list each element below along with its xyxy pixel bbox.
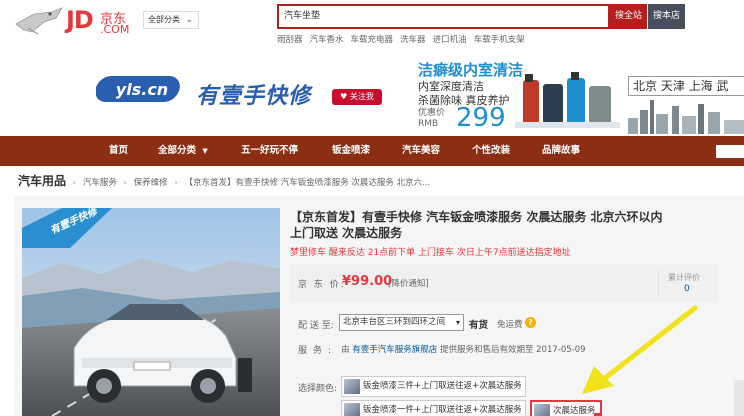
- top-header: JD 京东 .COM 全部分类 ⌄ 汽车坐垫 搜全站 搜本店 雨刮器 汽车香水 车载…: [0, 0, 744, 56]
- chevron-down-icon: ⌄: [185, 15, 193, 25]
- shop-link[interactable]: 有壹手汽车服务旗舰店: [352, 345, 437, 355]
- ship-label: 配 送 至:: [298, 321, 334, 331]
- hotword-link[interactable]: 汽车香水: [310, 35, 344, 45]
- option-label: 钣金喷漆三件+上门取送往返+次晨达服务: [363, 381, 522, 391]
- price-label: 京 东 价:: [298, 280, 346, 290]
- divider: [658, 270, 659, 296]
- hotword-link[interactable]: 车载手机支架: [474, 35, 525, 45]
- annotation-arrow-icon: [582, 305, 698, 394]
- option-one-panel[interactable]: 钣金喷漆一件+上门取送往返+次晨达服务: [341, 400, 526, 416]
- hotword-link[interactable]: 进口机油: [433, 35, 467, 45]
- service-prefix: 由: [341, 345, 350, 355]
- breadcrumb: 汽车用品 › 汽车服务 › 保养维修 › 【京东首发】有壹手快修 汽车钣金喷漆服…: [18, 172, 430, 189]
- review-count-link[interactable]: 0: [684, 284, 690, 294]
- promo-price-label-2: RMB: [418, 119, 439, 129]
- service-label: 服务:: [298, 346, 338, 356]
- stock-status: 有货: [469, 320, 489, 331]
- search-shop-button[interactable]: 搜本店: [648, 4, 685, 29]
- breadcrumb-separator: ›: [123, 178, 127, 188]
- caret-down-icon: ▼: [202, 147, 208, 155]
- promo-price: 299: [456, 103, 506, 133]
- nav-search-input[interactable]: [716, 145, 744, 158]
- brand-logo[interactable]: yls.cn: [96, 68, 188, 108]
- side-toolbar[interactable]: [734, 380, 744, 416]
- breadcrumb-item[interactable]: 汽车服务: [83, 178, 117, 188]
- free-shipping-label: 免运费: [497, 320, 523, 330]
- nav-may-day[interactable]: 五一好玩不停: [241, 136, 298, 166]
- product-title: 【京东首发】有壹手快修 汽车钣金喷漆服务 次晨达服务 北京六环以内上门取送 次晨…: [290, 210, 663, 240]
- option-thumbnail: [534, 404, 550, 416]
- option-label: 钣金喷漆一件+上门取送往返+次晨达服务: [363, 405, 522, 415]
- logo-jd: JD: [66, 6, 94, 34]
- promo-price-label: 优惠价 RMB: [418, 108, 445, 130]
- nav-brand-story[interactable]: 品牌故事: [542, 136, 580, 166]
- nav-car-beauty[interactable]: 汽车美容: [402, 136, 440, 166]
- nav-all-categories-label: 全部分类: [158, 145, 197, 156]
- shop-navbar: 首页 全部分类 ▼ 五一好玩不停 钣金喷漆 汽车美容 个性改装 品牌故事: [0, 136, 744, 166]
- category-dropdown[interactable]: 全部分类 ⌄: [143, 11, 199, 29]
- brand-name: 有壹手快修: [196, 84, 312, 109]
- breadcrumb-separator: ›: [72, 178, 77, 188]
- search-bar: 汽车坐垫 搜全站 搜本店: [277, 4, 685, 29]
- brand-logo-text: yls.cn: [116, 80, 168, 99]
- breadcrumb-current: 【京东首发】有壹手快修 汽车钣金喷漆服务 次晨达服务 北京六...: [184, 178, 431, 188]
- option-thumbnail: [344, 403, 360, 416]
- logo-text: JD: [66, 6, 94, 34]
- ship-address-value: 北京丰台区三环到四环之间: [343, 317, 446, 327]
- service-text: 由 有壹手汽车服务旗舰店 提供服务和售后有效期至 2017-05-09: [341, 343, 586, 355]
- price-notify-link[interactable]: [降价通知]: [388, 277, 429, 289]
- product-image[interactable]: 有壹手快修: [22, 208, 280, 416]
- breadcrumb-separator: ›: [174, 178, 178, 188]
- ship-address-select[interactable]: 北京丰台区三环到四环之间 ▾: [339, 314, 464, 331]
- price-value: ¥99.00: [342, 274, 393, 289]
- city-list: 北京 天津 上海 武: [628, 76, 744, 96]
- search-all-button[interactable]: 搜全站: [610, 4, 647, 29]
- nav-all-categories[interactable]: 全部分类 ▼: [158, 136, 208, 166]
- follow-label: 关注我: [349, 92, 374, 101]
- option-thumbnail: [344, 379, 360, 394]
- city-skyline-image: [628, 100, 744, 134]
- promo-title: 洁癖级内室清洁: [418, 61, 524, 79]
- category-label: 全部分类: [148, 15, 180, 24]
- option-label: 次晨达服务: [553, 406, 596, 416]
- breadcrumb-root[interactable]: 汽车用品: [18, 174, 66, 188]
- color-label: 选择颜色:: [298, 384, 338, 394]
- chevron-down-icon: ▾: [455, 318, 460, 327]
- review-label: 累计评价: [668, 273, 700, 282]
- product-badge: 有壹手快修: [22, 208, 112, 248]
- jd-dog-icon: [15, 7, 63, 35]
- question-icon[interactable]: ?: [525, 317, 536, 328]
- breadcrumb-item[interactable]: 保养维修: [134, 178, 168, 188]
- hotword-link[interactable]: 车载充电器: [351, 35, 394, 45]
- follow-button[interactable]: ♥ 关注我: [332, 89, 382, 105]
- nav-custom-mods[interactable]: 个性改装: [472, 136, 510, 166]
- product-subtitle: 梦里修车 醒来反达 21点前下单 上门接车 次日上午7点前送达指定地址: [290, 248, 571, 258]
- hotword-link[interactable]: 雨刮器: [277, 35, 303, 45]
- option-three-panels[interactable]: 钣金喷漆三件+上门取送往返+次晨达服务: [341, 376, 526, 397]
- hot-keywords: 雨刮器 汽车香水 车载充电器 洗车器 进口机油 车载手机支架: [277, 33, 532, 45]
- price-box: 京 东 价: ¥99.00 [降价通知] 累计评价 0: [290, 264, 718, 302]
- cleaning-products-image: [515, 72, 620, 128]
- search-input[interactable]: 汽车坐垫: [277, 4, 610, 29]
- shop-banner: yls.cn 有壹手快修 ♥ 关注我 洁癖级内室清洁 内室深度清洁 杀菌除味 真…: [0, 56, 744, 136]
- nav-home[interactable]: 首页: [109, 136, 128, 166]
- nav-sheet-metal[interactable]: 钣金喷漆: [332, 136, 370, 166]
- hotword-link[interactable]: 洗车器: [400, 35, 426, 45]
- promo-price-label-1: 优惠价: [418, 108, 446, 118]
- logo-com: .COM: [100, 23, 130, 36]
- jd-logo[interactable]: JD 京东 .COM: [14, 4, 134, 40]
- heart-icon: ♥: [340, 92, 348, 101]
- option-next-morning[interactable]: 次晨达服务: [530, 400, 602, 416]
